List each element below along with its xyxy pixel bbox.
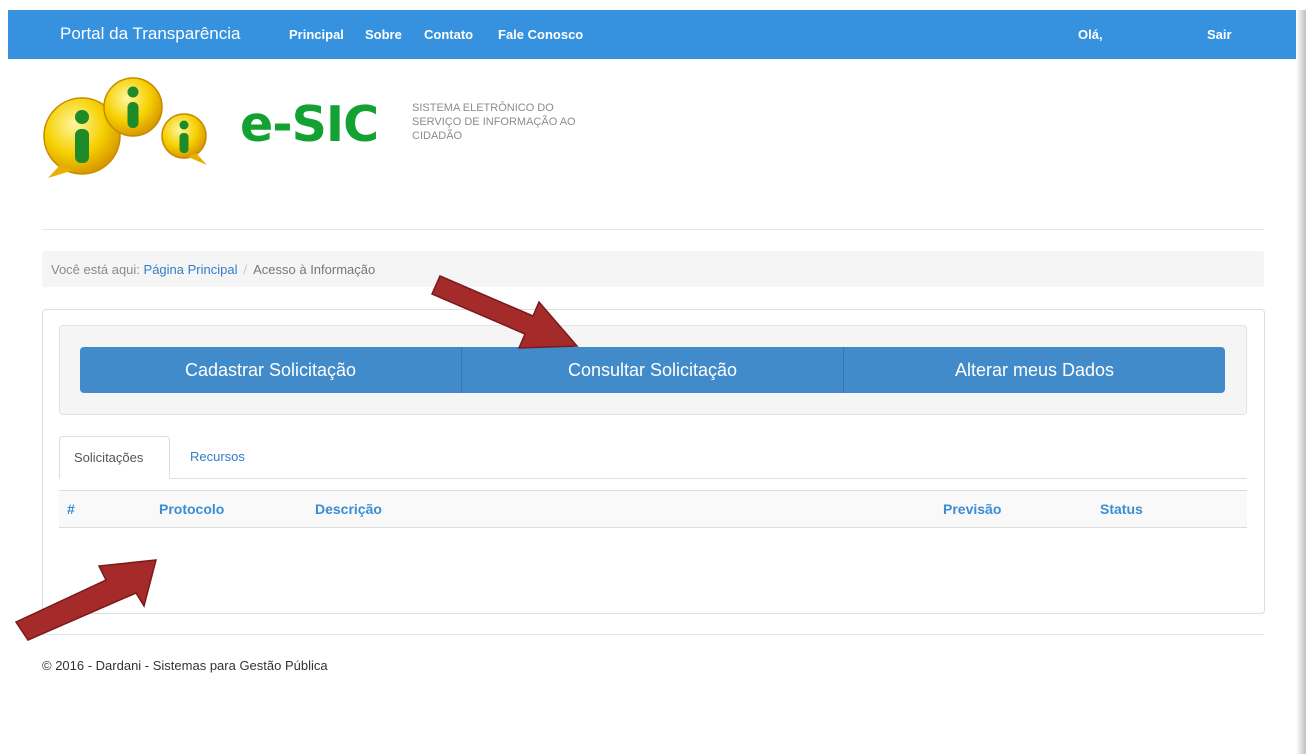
nav-link-contato[interactable]: Contato [424,27,473,42]
esic-subtitle: SISTEMA ELETRÔNICO DO SERVIÇO DE INFORMA… [412,101,602,143]
esic-title: e-SIC [240,96,379,153]
column-header-status[interactable]: Status [1100,501,1143,517]
nav-link-sobre[interactable]: Sobre [365,27,402,42]
breadcrumb-current: Acesso à Informação [253,262,376,277]
table-header-row: # Protocolo Descrição Previsão Status [59,490,1247,528]
breadcrumb-label: Você está aqui: [51,262,140,277]
header-divider [42,229,1264,230]
action-button-group: Cadastrar Solicitação Consultar Solicita… [80,347,1225,393]
esic-subtitle-line: SERVIÇO DE INFORMAÇÃO AO [412,116,576,128]
annotation-arrow-icon [14,559,157,641]
nav-link-fale-conosco[interactable]: Fale Conosco [498,27,583,42]
footer-divider [42,634,1264,635]
alterar-dados-button[interactable]: Alterar meus Dados [844,347,1225,393]
esic-logo-icon [43,77,207,178]
column-header-protocolo[interactable]: Protocolo [159,501,224,517]
esic-subtitle-line: CIDADÃO [412,130,463,142]
tab-recursos[interactable]: Recursos [176,436,259,478]
window-shadow [1296,10,1306,754]
breadcrumb-separator: / [243,262,248,277]
breadcrumb: Você está aqui: Página Principal / Acesso … [42,251,1264,287]
annotation-arrow-icon [431,275,579,349]
logout-link[interactable]: Sair [1207,27,1232,42]
user-greeting: Olá, [1078,27,1103,42]
column-header-descricao[interactable]: Descrição [315,501,382,517]
footer-copyright: © 2016 - Dardani - Sistemas para Gestão … [42,658,328,673]
tab-bar: Solicitações Recursos [59,436,1247,479]
tab-solicitacoes[interactable]: Solicitações [59,436,170,479]
column-header-number[interactable]: # [67,501,75,517]
top-navbar: Portal da Transparência Principal Sobre … [8,10,1296,59]
column-header-previsao[interactable]: Previsão [943,501,1001,517]
breadcrumb-home-link[interactable]: Página Principal [144,262,238,277]
navbar-brand[interactable]: Portal da Transparência [60,24,241,44]
nav-link-principal[interactable]: Principal [289,27,344,42]
esic-subtitle-line: SISTEMA ELETRÔNICO DO [412,102,554,114]
cadastrar-solicitacao-button[interactable]: Cadastrar Solicitação [80,347,462,393]
